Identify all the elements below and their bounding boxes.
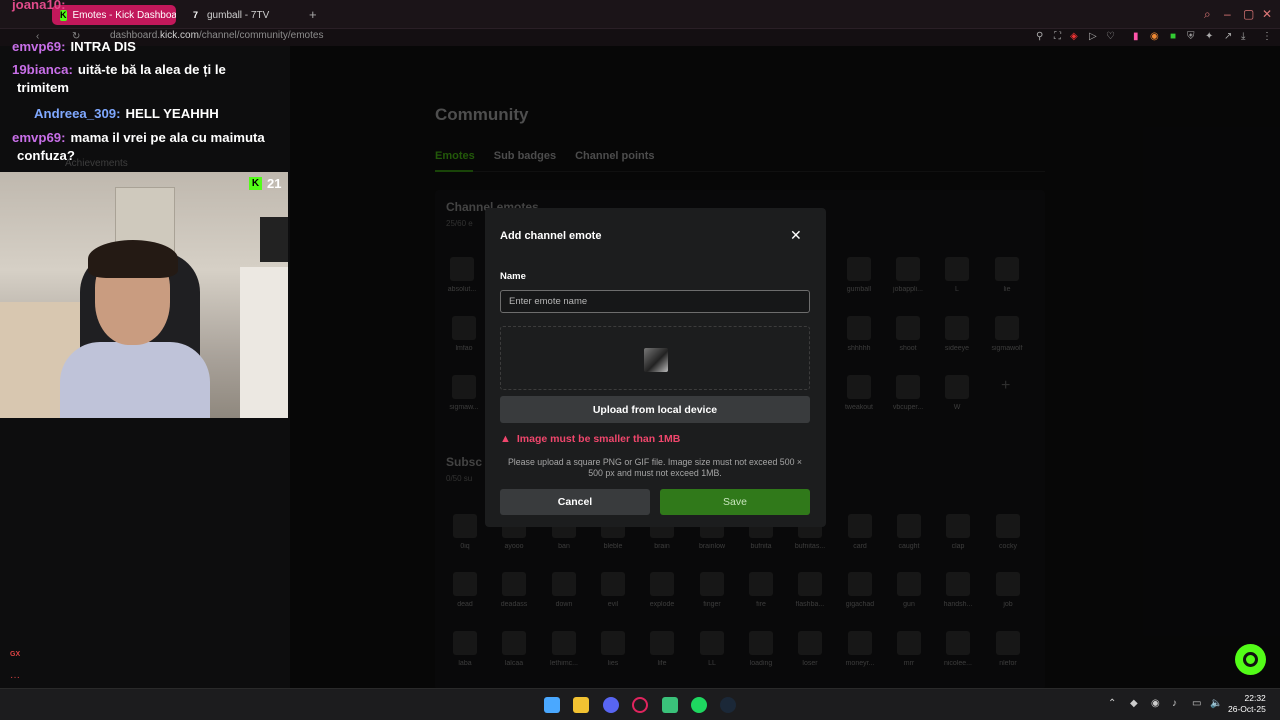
share-icon[interactable]: ↗ — [1224, 31, 1232, 42]
chat-message: emvp69: mama il vrei pe ala cu maimuta — [12, 129, 265, 146]
chat-text: uită-te bă la alea de ți le — [77, 62, 226, 77]
pin-icon[interactable]: ⚲ — [1036, 31, 1043, 42]
extension-icon[interactable]: ■ — [1170, 31, 1176, 42]
warning-icon: ▲ — [500, 433, 511, 445]
close-icon[interactable]: ✕ — [790, 227, 802, 244]
viewer-count: 21 — [267, 176, 282, 191]
discord-tray-icon[interactable]: ◉ — [1151, 698, 1160, 709]
image-dropzone[interactable] — [500, 326, 810, 390]
pocket-icon[interactable]: ◈ — [1070, 31, 1078, 42]
upload-help-text: Please upload a square PNG or GIF file. … — [507, 457, 803, 478]
chat-username: 19bianca: — [12, 62, 73, 77]
tray-app-icon[interactable]: ◆ — [1130, 698, 1138, 709]
extension-icon[interactable]: ▮ — [1133, 31, 1139, 42]
heart-icon[interactable]: ♡ — [1106, 31, 1115, 42]
viewer-count-badge: K 21 — [249, 176, 281, 191]
screenshot-icon[interactable]: ⛶ — [1054, 31, 1061, 42]
chat-message: 19bianca: uită-te bă la alea de ți le — [12, 61, 226, 78]
chat-message: emvp69: INTRA DIS — [12, 38, 136, 55]
error-text: Image must be smaller than 1MB — [516, 433, 681, 445]
tab-label: Emotes - Kick Dashboard — [72, 9, 177, 21]
maximize-icon[interactable]: ▢ — [1243, 7, 1254, 21]
minimize-icon[interactable]: – — [1224, 7, 1231, 21]
chat-message: confuza? — [12, 147, 75, 164]
chat-text: INTRA DIS — [70, 39, 136, 54]
file-explorer-icon[interactable] — [573, 697, 589, 713]
webcam-feed — [0, 172, 288, 418]
opera-gx-icon[interactable] — [632, 697, 648, 713]
url-text[interactable]: dashboard.kick.com/channel/community/emo… — [110, 30, 323, 41]
new-tab-icon[interactable]: + — [309, 7, 317, 22]
close-window-icon[interactable]: ✕ — [1262, 7, 1272, 21]
extensions-icon[interactable]: ✦ — [1205, 31, 1213, 42]
start-icon[interactable] — [544, 697, 560, 713]
microphone-icon[interactable]: ♪ — [1172, 698, 1177, 709]
save-button[interactable]: Save — [660, 489, 810, 515]
upload-button[interactable]: Upload from local device — [500, 396, 810, 423]
chat-text: trimitem — [17, 80, 70, 95]
extension-icon[interactable]: ◉ — [1150, 31, 1159, 42]
error-message: ▲ Image must be smaller than 1MB — [500, 433, 680, 445]
tab-kick-dashboard[interactable]: K Emotes - Kick Dashboard — [52, 5, 176, 25]
vpn-icon[interactable]: ⛨ — [1187, 31, 1195, 42]
network-icon[interactable]: ▭ — [1192, 698, 1201, 709]
search-icon[interactable]: ⌕ — [1204, 7, 1211, 22]
menu-icon[interactable]: ⋮ — [1262, 31, 1272, 42]
chat-message: trimitem — [12, 79, 69, 96]
download-icon[interactable]: ⤓ — [1241, 31, 1245, 42]
chat-text: HELL YEAHHH — [125, 106, 219, 121]
chat-message: Andreea_309: HELL YEAHHH — [34, 105, 219, 122]
modal-title: Add channel emote — [500, 230, 602, 242]
name-label: Name — [500, 271, 526, 282]
chat-text: confuza? — [17, 148, 75, 163]
cancel-button[interactable]: Cancel — [500, 489, 650, 515]
support-chat-button[interactable] — [1235, 644, 1266, 675]
tab-7tv[interactable]: 7 gumball - 7TV — [182, 5, 306, 25]
clock-date: 26-Oct-25 — [1228, 704, 1266, 714]
7tv-favicon-icon: 7 — [192, 10, 198, 20]
clock-time: 22:32 — [1244, 693, 1266, 703]
more-icon[interactable]: ··· — [10, 672, 20, 683]
tray-expand-icon[interactable]: ⌃ — [1108, 698, 1116, 709]
chat-username: emvp69: — [12, 39, 66, 54]
emote-preview-image — [644, 348, 668, 372]
volume-icon[interactable]: 🔈 — [1210, 698, 1222, 709]
gx-corner-icon[interactable]: GX — [10, 651, 20, 658]
emote-name-input[interactable] — [500, 290, 810, 313]
discord-icon[interactable] — [603, 697, 619, 713]
taskbar-clock[interactable]: 22:32 26-Oct-25 — [1228, 693, 1266, 715]
chat-username: emvp69: — [12, 130, 66, 145]
spotify-icon[interactable] — [691, 697, 707, 713]
tab-label: gumball - 7TV — [207, 9, 270, 21]
add-emote-modal: Add channel emote ✕ Name Upload from loc… — [485, 208, 826, 527]
support-icon — [1243, 652, 1258, 667]
chat-username: Andreea_309: — [34, 106, 121, 121]
steam-icon[interactable] — [720, 697, 736, 713]
play-icon[interactable]: ▷ — [1089, 31, 1097, 42]
chat-text: mama il vrei pe ala cu maimuta — [70, 130, 265, 145]
kick-logo-icon: K — [249, 177, 262, 190]
chat-username: joana10: — [12, 0, 66, 12]
app-icon[interactable] — [662, 697, 678, 713]
chat-message: joana10: — [12, 0, 71, 13]
